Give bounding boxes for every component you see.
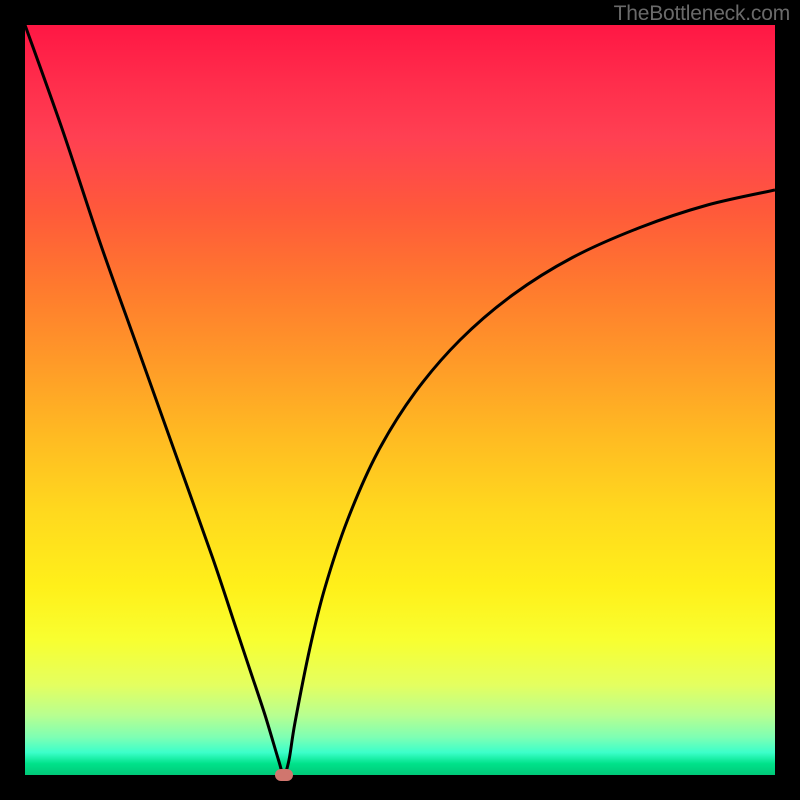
attribution-text: TheBottleneck.com bbox=[614, 2, 790, 26]
curve-line bbox=[25, 25, 775, 775]
optimal-point-marker bbox=[275, 769, 293, 781]
bottleneck-curve bbox=[25, 25, 775, 775]
